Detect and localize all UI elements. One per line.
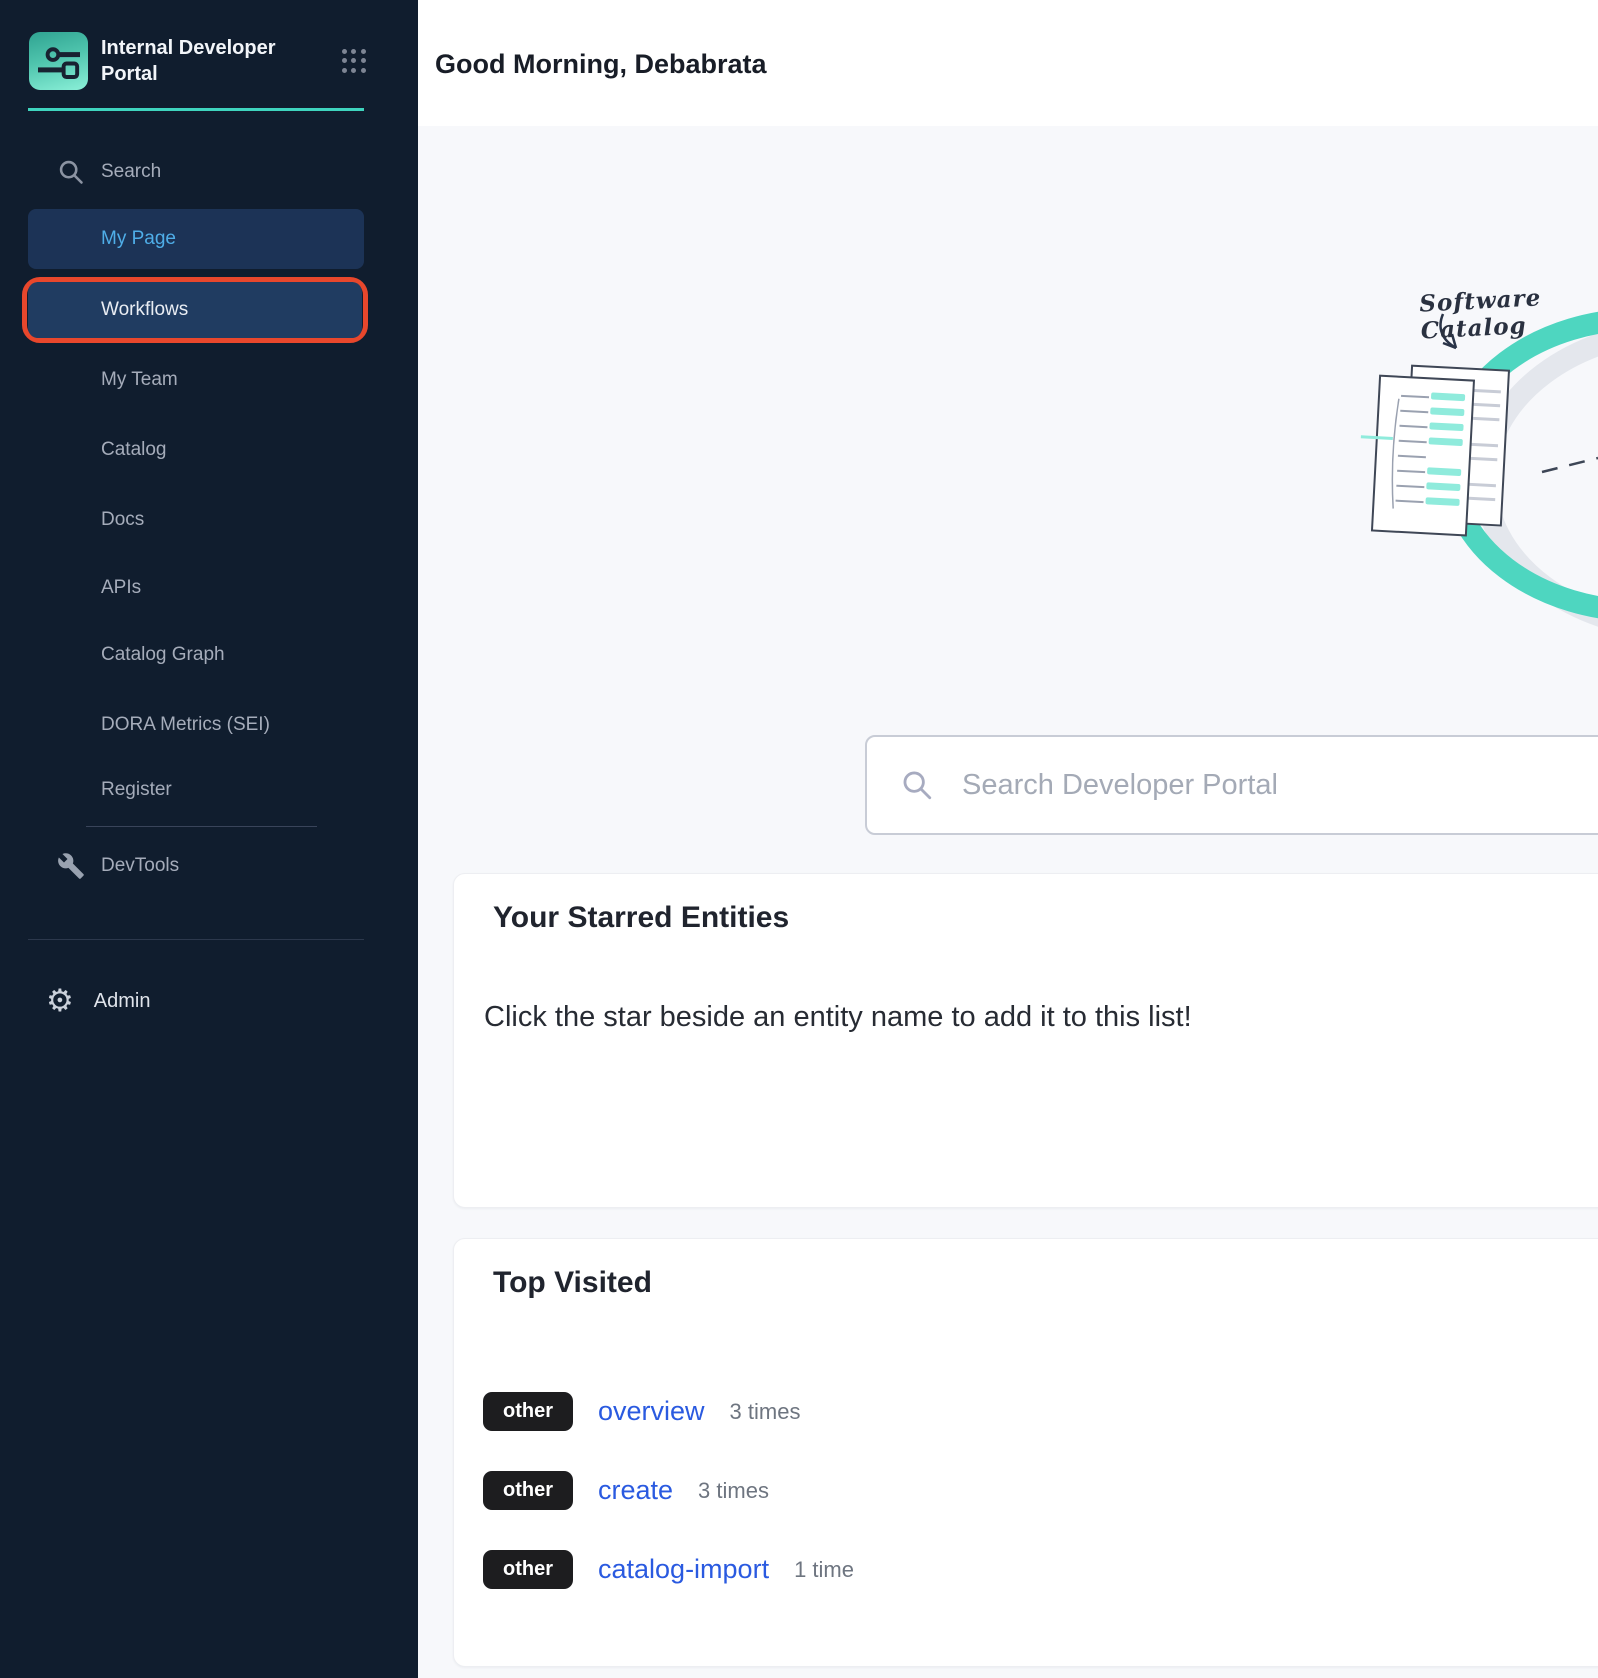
entity-link-create[interactable]: create: [598, 1475, 673, 1506]
sidebar-item-register[interactable]: Register: [0, 776, 418, 804]
workflows-annotation-highlight: Workflows: [22, 277, 368, 343]
visit-count: 3 times: [698, 1478, 769, 1504]
sidebar-item-label: APIs: [101, 577, 141, 599]
sidebar-item-catalog[interactable]: Catalog: [0, 436, 418, 464]
document-front: [1356, 375, 1474, 536]
list-item: other overview 3 times: [483, 1392, 1598, 1431]
portal-title: Internal Developer Portal: [101, 32, 301, 87]
app-window: Internal Developer Portal Search My Page…: [0, 0, 1598, 1678]
illustration-caption: Software Catalog: [1419, 281, 1598, 344]
card-title: Your Starred Entities: [493, 901, 1598, 935]
portal-search-bar: [865, 735, 1598, 835]
sidebar-item-label: Docs: [101, 509, 144, 531]
sidebar: Internal Developer Portal Search My Page…: [0, 0, 418, 1678]
sidebar-item-label: Workflows: [101, 299, 188, 321]
sidebar-accent-rule: [28, 108, 364, 111]
sidebar-item-label: Catalog Graph: [101, 644, 225, 666]
logo: Internal Developer Portal: [29, 32, 301, 90]
sidebar-item-apis[interactable]: APIs: [0, 574, 418, 602]
visit-count: 1 time: [794, 1557, 854, 1583]
wrench-icon: [57, 852, 85, 880]
starred-entities-card: Your Starred Entities Click the star bes…: [453, 873, 1598, 1208]
visit-count: 3 times: [730, 1399, 801, 1425]
entity-link-overview[interactable]: overview: [598, 1396, 705, 1427]
gear-icon: ⚙: [46, 983, 74, 1019]
portal-search-input[interactable]: [960, 768, 1524, 803]
greeting-title: Good Morning, Debabrata: [435, 49, 767, 80]
top-visited-card: Top Visited other overview 3 times other…: [453, 1238, 1598, 1667]
sidebar-item-devtools[interactable]: DevTools: [0, 850, 418, 882]
sidebar-item-docs[interactable]: Docs: [0, 506, 418, 534]
sidebar-item-dora-metrics[interactable]: DORA Metrics (SEI): [0, 711, 418, 739]
list-item: other create 3 times: [483, 1471, 1598, 1510]
entity-link-catalog-import[interactable]: catalog-import: [598, 1554, 769, 1585]
sliders-logo-glyph: [38, 40, 80, 82]
kind-badge: other: [483, 1392, 573, 1431]
sidebar-item-workflows[interactable]: Workflows: [28, 282, 362, 338]
sidebar-item-label: DORA Metrics (SEI): [101, 714, 270, 736]
sidebar-item-label: My Team: [101, 369, 178, 391]
sidebar-item-label: Admin: [94, 990, 151, 1013]
kind-badge: other: [483, 1471, 573, 1510]
apps-grid-icon[interactable]: [340, 47, 368, 75]
page-header: Good Morning, Debabrata: [418, 0, 1598, 126]
sidebar-item-admin[interactable]: ⚙ Admin: [46, 983, 151, 1019]
sidebar-item-label: Register: [101, 779, 172, 801]
card-title: Top Visited: [493, 1266, 1598, 1300]
sidebar-item-label: Search: [101, 161, 161, 183]
sidebar-divider: [28, 939, 364, 940]
list-item: other catalog-import 1 time: [483, 1550, 1598, 1589]
kind-badge: other: [483, 1550, 573, 1589]
top-visited-list: other overview 3 times other create 3 ti…: [483, 1392, 1598, 1589]
portal-logo-icon: [29, 32, 88, 90]
sidebar-item-label: My Page: [101, 228, 176, 250]
sidebar-item-label: DevTools: [101, 855, 179, 877]
sidebar-item-catalog-graph[interactable]: Catalog Graph: [0, 641, 418, 669]
sidebar-item-my-page[interactable]: My Page: [28, 209, 364, 269]
search-icon: [57, 158, 85, 186]
sidebar-item-label: Catalog: [101, 439, 167, 461]
search-icon: [900, 768, 934, 802]
sidebar-item-search[interactable]: Search: [0, 158, 418, 186]
starred-empty-message: Click the star beside an entity name to …: [484, 1001, 1598, 1034]
sidebar-divider: [86, 826, 317, 827]
sidebar-item-my-team[interactable]: My Team: [0, 366, 418, 394]
